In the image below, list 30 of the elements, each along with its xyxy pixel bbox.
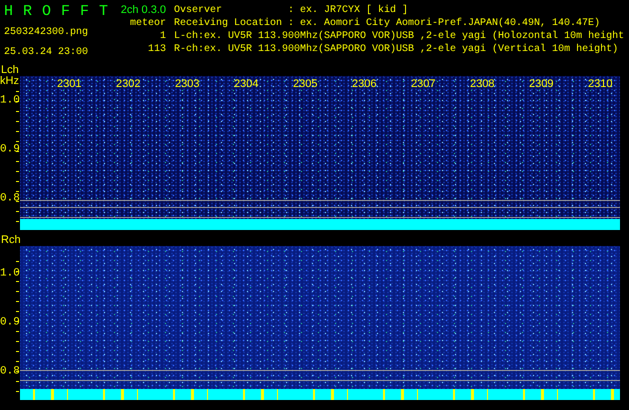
channel-info: L-ch:ex. UV5R 113.900Mhz(SAPPORO VOR)USB ,2-ele yagi (Holozontal 10m height (174, 30, 626, 43)
channel-label: Rch (1, 234, 21, 246)
file-name: 2503242300.png (4, 26, 90, 39)
time-label: 2310 (588, 79, 612, 90)
info-label: Receiving Location (174, 17, 284, 30)
info-label: Ovserver (174, 4, 224, 17)
time-label: 2304 (234, 79, 260, 90)
axis-label: 0.9 (0, 144, 20, 156)
axis-label: 1.0 (0, 95, 20, 106)
time-label: 2302 (116, 79, 142, 90)
time-label: 2303 (175, 79, 200, 90)
meteor-label: meteor (130, 17, 166, 30)
meteor-count: 113 (148, 43, 166, 56)
time-label: 2307 (411, 79, 436, 90)
date-time: 25.03.24 23:00 (4, 46, 90, 59)
time-label: 2306 (352, 79, 378, 90)
time-label: 2301 (57, 79, 82, 90)
time-label: 2305 (293, 79, 318, 90)
axis-label: 0.8 (0, 366, 20, 378)
info-value: : ex. Aomori City Aomori-Pref.JAPAN(40.49N, 140.47E) (288, 17, 600, 30)
unit-label: kHz (0, 76, 19, 87)
app-title: H R O F F T (4, 3, 110, 21)
version-label: 2ch 0.3.0 (120, 4, 166, 17)
axis-label: 0.8 (0, 194, 20, 205)
time-label: 2309 (529, 79, 554, 90)
info-value: : ex. JR7CYX [ kid ] (288, 4, 408, 17)
channel-label: Lch (1, 64, 19, 76)
meteor-count: 1 (160, 30, 166, 43)
time-label: 2308 (470, 79, 496, 90)
channel-info: R-ch:ex. UV5R 113.900Mhz(SAPPORO VOR)USB ,2-ele yagi (Vertical 10m height) (174, 43, 620, 56)
